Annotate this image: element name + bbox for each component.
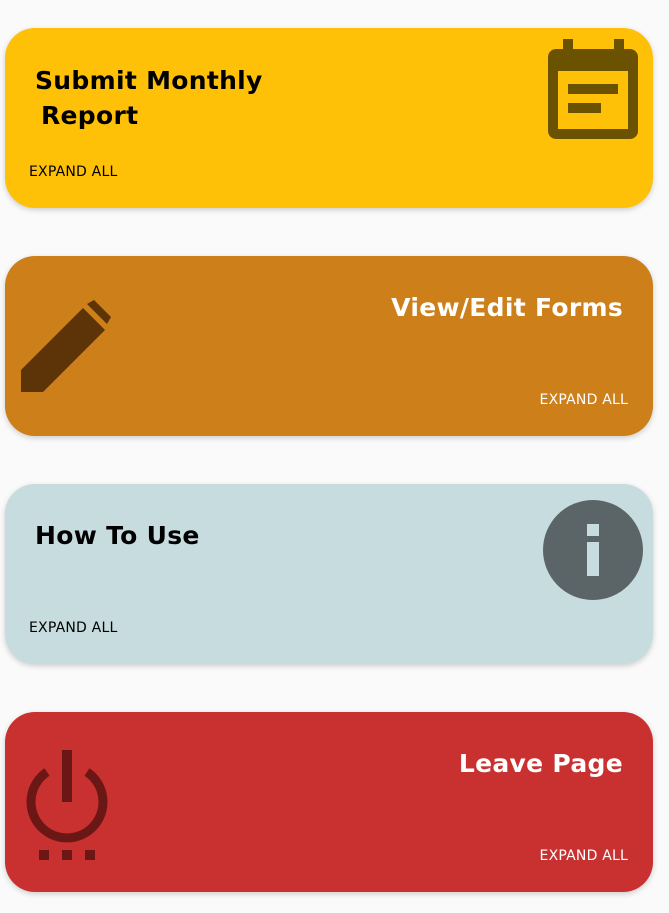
card-how-to-use[interactable]: How To Use EXPAND ALL — [5, 484, 653, 664]
card-submit-monthly-report[interactable]: Submit Monthly Report EXPAND ALL — [5, 28, 653, 208]
calendar-icon — [548, 39, 638, 139]
card-leave-page[interactable]: Leave Page EXPAND ALL — [5, 712, 653, 892]
expand-all-button[interactable]: EXPAND ALL — [540, 848, 628, 864]
expand-all-button[interactable]: EXPAND ALL — [29, 620, 117, 636]
card-title: Submit Monthly Report — [35, 63, 263, 133]
pencil-icon — [21, 300, 111, 392]
card-title: How To Use — [35, 521, 200, 550]
card-title: Leave Page — [458, 749, 623, 778]
expand-all-button[interactable]: EXPAND ALL — [29, 164, 117, 180]
info-icon — [543, 500, 643, 600]
card-title-line-1: Submit Monthly — [35, 66, 263, 95]
expand-all-button[interactable]: EXPAND ALL — [540, 392, 628, 408]
power-icon — [26, 750, 108, 860]
card-title-line-2: Report — [41, 101, 139, 130]
card-title: View/Edit Forms — [391, 293, 623, 322]
card-view-edit-forms[interactable]: View/Edit Forms EXPAND ALL — [5, 256, 653, 436]
